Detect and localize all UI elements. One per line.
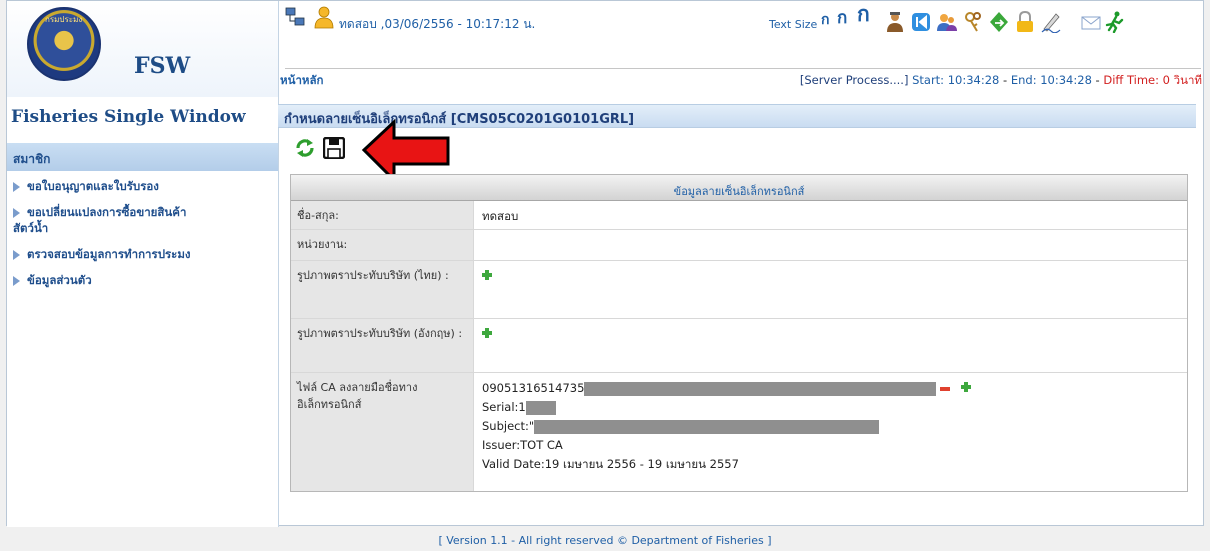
start-time: 10:34:28 bbox=[947, 73, 1000, 87]
name-label: ชื่อ-สกุล: bbox=[291, 201, 474, 229]
signature-icon[interactable] bbox=[1041, 11, 1061, 33]
serial-line: Serial:1 bbox=[482, 398, 1181, 417]
stamp-en-label: รูปภาพตราประทับบริษัท (อังกฤษ) : bbox=[291, 319, 474, 372]
footer: [ Version 1.1 - All right reserved © Dep… bbox=[438, 534, 772, 547]
name-value: ทดสอบ bbox=[482, 209, 519, 223]
ca-id: 09051316514735 bbox=[482, 381, 585, 395]
row-ca-file: ไฟล์ CA ลงลายมือชื่อทางอิเล็กทรอนิกส์ 09… bbox=[291, 373, 1187, 491]
add-stamp-en-icon[interactable] bbox=[482, 328, 492, 338]
serial-prefix: 1 bbox=[518, 400, 526, 414]
triangle-right-icon bbox=[13, 208, 20, 218]
back-icon[interactable] bbox=[911, 11, 931, 33]
sidebar-item-label: ตรวจสอบข้อมูลการทำการประมง bbox=[27, 247, 191, 261]
text-size-medium-button[interactable]: ก bbox=[837, 4, 847, 31]
header-divider bbox=[285, 68, 1201, 69]
toolbar: Text Size ก ก ก bbox=[757, 2, 1197, 35]
stamp-en-value bbox=[474, 319, 1187, 372]
ca-file-label: ไฟล์ CA ลงลายมือชื่อทางอิเล็กทรอนิกส์ bbox=[291, 373, 474, 491]
subject-line: Subject:" bbox=[482, 417, 1181, 436]
app-logo-text: FSW bbox=[134, 53, 191, 79]
redacted-block bbox=[534, 419, 880, 434]
text-size-large-button[interactable]: ก bbox=[857, 0, 870, 31]
seal-text: กรมประมง bbox=[45, 15, 83, 24]
redacted-block bbox=[525, 400, 556, 415]
sidebar-item-profile[interactable]: ข้อมูลส่วนตัว bbox=[7, 267, 278, 293]
text-size-small-button[interactable]: ก bbox=[821, 9, 829, 31]
user-info: ทดสอบ ,03/06/2556 - 10:17:12 น. bbox=[339, 17, 536, 31]
lock-icon[interactable] bbox=[1015, 11, 1035, 33]
sidebar-item-label: ขอเปลี่ยนแปลงการซื้อขายสินค้า bbox=[27, 205, 187, 219]
stamp-th-label: รูปภาพตราประทับบริษัท (ไทย) : bbox=[291, 261, 474, 318]
sidebar-item-trade-change[interactable]: ขอเปลี่ยนแปลงการซื้อขายสินค้า สัตว์น้ำ bbox=[7, 199, 278, 241]
signature-form: ข้อมูลลายเซ็นอิเล็กทรอนิกส์ ชื่อ-สกุล: ท… bbox=[290, 174, 1188, 492]
issuer: Issuer:TOT CA bbox=[482, 438, 563, 452]
triangle-right-icon bbox=[13, 182, 20, 192]
triangle-right-icon bbox=[13, 276, 20, 286]
sidebar-section-title: สมาชิก bbox=[7, 143, 278, 171]
diff-time: Diff Time: 0 วินาที bbox=[1103, 73, 1202, 87]
add-stamp-th-icon[interactable] bbox=[482, 270, 492, 280]
stamp-th-value bbox=[474, 261, 1187, 318]
end-time: 10:34:28 bbox=[1040, 73, 1092, 87]
triangle-right-icon bbox=[13, 250, 20, 260]
subject-label: Subject:" bbox=[482, 419, 535, 433]
department-seal-logo: กรมประมง bbox=[27, 7, 101, 81]
network-icon bbox=[285, 7, 305, 26]
direction-sign-icon[interactable] bbox=[989, 11, 1009, 33]
text-size-label: Text Size bbox=[769, 18, 818, 31]
home-link[interactable]: หน้าหลัก bbox=[280, 72, 324, 90]
sidebar: กรมประมง FSW Fisheries Single Window สมา… bbox=[7, 1, 279, 527]
keys-icon[interactable] bbox=[963, 11, 983, 33]
server-process-status: [Server Process....] Start: 10:34:28 - E… bbox=[799, 73, 1202, 87]
sidebar-item-label: ขอใบอนุญาตและใบรับรอง bbox=[27, 179, 159, 193]
end-label: End: bbox=[1010, 73, 1037, 87]
save-button[interactable] bbox=[323, 137, 345, 159]
agency-label: หน่วยงาน: bbox=[291, 230, 474, 260]
users-icon[interactable] bbox=[937, 11, 957, 33]
logo-area: กรมประมง FSW bbox=[7, 1, 278, 97]
sidebar-item-fishing-check[interactable]: ตรวจสอบข้อมูลการทำการประมง bbox=[7, 241, 278, 267]
top-bar: ทดสอบ ,03/06/2556 - 10:17:12 น. Text Siz… bbox=[285, 1, 1203, 61]
mail-icon[interactable] bbox=[1081, 15, 1101, 31]
serial-label: Serial: bbox=[482, 400, 519, 414]
start-label: Start: bbox=[912, 73, 945, 87]
row-stamp-th: รูปภาพตราประทับบริษัท (ไทย) : bbox=[291, 261, 1187, 319]
sidebar-item-label: ข้อมูลส่วนตัว bbox=[27, 273, 92, 287]
row-agency: หน่วยงาน: bbox=[291, 230, 1187, 261]
user-icon bbox=[314, 6, 334, 29]
valid-date: Valid Date:19 เมษายน 2556 - 19 เมษายน 25… bbox=[482, 457, 739, 471]
ca-file-value: 09051316514735 Serial:1 Subject:" Issuer… bbox=[474, 373, 1187, 491]
add-ca-icon[interactable] bbox=[961, 382, 972, 392]
sidebar-item-label-cont: สัตว์น้ำ bbox=[13, 221, 49, 235]
app-name: Fisheries Single Window bbox=[11, 107, 246, 127]
logout-running-man-icon[interactable] bbox=[1105, 11, 1125, 33]
server-process-label: [Server Process....] bbox=[799, 73, 909, 87]
ca-id-line: 09051316514735 bbox=[482, 379, 1181, 398]
sidebar-menu: ขอใบอนุญาตและใบรับรอง ขอเปลี่ยนแปลงการซื… bbox=[7, 173, 278, 293]
officer-icon[interactable] bbox=[885, 11, 905, 33]
row-stamp-en: รูปภาพตราประทับบริษัท (อังกฤษ) : bbox=[291, 319, 1187, 373]
refresh-button[interactable] bbox=[294, 137, 316, 159]
row-name: ชื่อ-สกุล: ทดสอบ bbox=[291, 201, 1187, 230]
agency-value bbox=[474, 230, 1187, 260]
form-section-title: ข้อมูลลายเซ็นอิเล็กทรอนิกส์ bbox=[291, 175, 1187, 201]
remove-ca-icon[interactable] bbox=[940, 386, 951, 391]
redacted-block bbox=[584, 381, 937, 396]
sidebar-item-license-request[interactable]: ขอใบอนุญาตและใบรับรอง bbox=[7, 173, 278, 199]
